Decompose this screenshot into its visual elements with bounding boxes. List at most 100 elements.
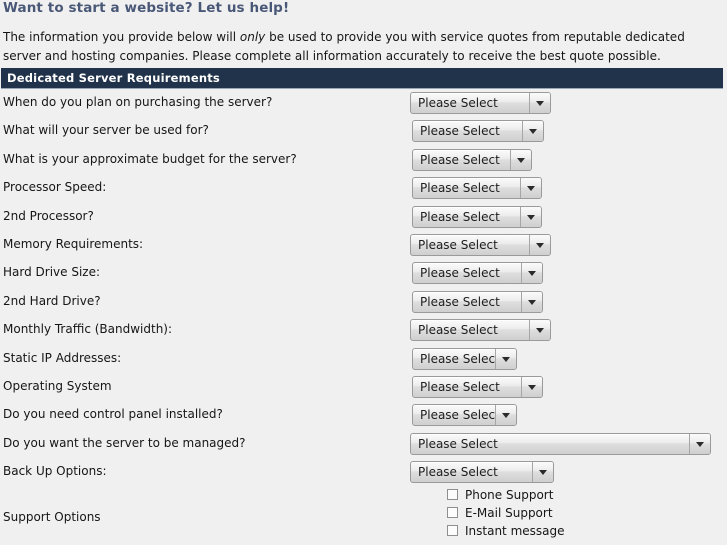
chevron-down-glyph	[536, 101, 544, 106]
select-dropdown[interactable]: Please Select	[410, 461, 554, 484]
select-dropdown[interactable]: Please Select	[410, 92, 551, 114]
chevron-down-icon[interactable]	[529, 93, 550, 113]
select-dropdown[interactable]: Please Select	[412, 262, 543, 285]
checkbox-input[interactable]	[447, 525, 458, 536]
select-dropdown[interactable]: Please Select	[412, 205, 542, 228]
select-dropdown[interactable]: Please Select	[412, 347, 517, 370]
form-row: Memory Requirements: Please Select	[0, 232, 727, 260]
chevron-down-icon[interactable]	[510, 149, 531, 170]
field-control: Please Select	[410, 319, 551, 345]
field-label: 2nd Hard Drive?	[3, 293, 101, 308]
field-control: Please Select	[412, 347, 517, 374]
select-value: Please Select	[420, 124, 500, 139]
chevron-down-glyph	[536, 328, 544, 334]
chevron-down-icon[interactable]	[529, 320, 550, 341]
field-control: Please Select	[412, 177, 542, 203]
form-row: Hard Drive Size: Please Select	[0, 260, 727, 288]
form-row: 2nd Processor? Please Select	[0, 204, 727, 232]
support-options-label: Support Options	[3, 510, 101, 524]
chevron-down-glyph	[529, 129, 537, 135]
field-label: Do you want the server to be managed?	[3, 435, 246, 450]
select-value: Please Select	[420, 266, 500, 281]
form-row: When do you plan on purchasing the serve…	[0, 90, 727, 118]
select-dropdown[interactable]: Please Select	[410, 319, 551, 342]
field-label: Processor Speed:	[3, 180, 107, 195]
chevron-down-glyph	[502, 413, 510, 419]
chevron-down-icon[interactable]	[532, 462, 553, 483]
page-headline: Want to start a website? Let us help!	[3, 0, 290, 16]
select-value: Please Select	[420, 294, 500, 309]
field-label: Static IP Addresses:	[3, 350, 122, 365]
select-value: Please Select	[420, 379, 500, 394]
chevron-down-glyph	[528, 271, 536, 277]
intro-emphasis: only	[239, 30, 266, 44]
field-label: 2nd Processor?	[3, 208, 94, 223]
field-control: Please Select	[412, 290, 543, 317]
field-label: Hard Drive Size:	[3, 265, 101, 280]
chevron-down-icon[interactable]	[520, 178, 541, 199]
chevron-down-icon[interactable]	[520, 206, 541, 227]
chevron-down-icon[interactable]	[529, 234, 550, 255]
support-option-row[interactable]: E-Mail Support	[447, 502, 565, 520]
select-dropdown[interactable]: Please Select	[410, 233, 551, 256]
support-options-group: Phone Support E-Mail Support Instant messa…	[447, 484, 565, 538]
form-row: What is your approximate budget for the …	[0, 147, 727, 175]
chevron-down-glyph	[517, 157, 525, 163]
select-dropdown[interactable]: Please Select	[412, 148, 532, 171]
select-dropdown[interactable]: Please Select	[412, 404, 517, 427]
field-control: Please Select	[410, 92, 551, 118]
checkbox-label: E-Mail Support	[465, 506, 553, 520]
select-dropdown[interactable]: Please Select	[412, 290, 543, 313]
form-row: Operating System Please Select	[0, 374, 727, 402]
chevron-down-glyph	[527, 186, 535, 192]
intro-text-part1: The information you provide below will	[3, 30, 240, 44]
field-control: Please Select	[410, 233, 551, 260]
field-label: Memory Requirements:	[3, 236, 144, 251]
field-control: Please Select	[412, 375, 543, 402]
select-dropdown[interactable]: Please Select	[412, 177, 542, 200]
form-row: Do you need control panel installed? Plea…	[0, 402, 727, 430]
checkbox-label: Phone Support	[465, 488, 554, 502]
form-row: Back Up Options: Please Select	[0, 459, 727, 487]
chevron-down-icon[interactable]	[522, 121, 543, 142]
checkbox-label: Instant message	[465, 524, 565, 538]
support-option-row[interactable]: Instant message	[447, 520, 565, 538]
field-label: When do you plan on purchasing the serve…	[3, 95, 273, 109]
select-value: Please Select	[420, 351, 500, 366]
select-value: Please Select	[418, 237, 498, 252]
field-label: What will your server be used for?	[3, 123, 209, 138]
field-label: Monthly Traffic (Bandwidth):	[3, 322, 173, 337]
chevron-down-icon[interactable]	[495, 348, 516, 369]
field-control: Please Select	[410, 432, 711, 459]
chevron-down-icon[interactable]	[521, 263, 542, 284]
form-row: 2nd Hard Drive? Please Select	[0, 289, 727, 317]
select-value: Please Select	[418, 323, 498, 338]
field-label: What is your approximate budget for the …	[3, 151, 297, 166]
chevron-down-glyph	[528, 299, 536, 305]
chevron-down-glyph	[502, 356, 510, 362]
select-dropdown[interactable]: Please Select	[410, 432, 711, 455]
field-label: Do you need control panel installed?	[3, 407, 223, 422]
select-value: Please Select	[420, 181, 500, 196]
select-value: Please Select	[420, 408, 500, 423]
field-control: Please Select	[412, 148, 532, 175]
support-option-row[interactable]: Phone Support	[447, 484, 565, 502]
form-row: Do you want the server to be managed? Ple…	[0, 431, 727, 459]
field-control: Please Select	[412, 120, 544, 146]
field-control: Please Select	[412, 262, 543, 288]
chevron-down-icon[interactable]	[521, 291, 542, 312]
intro-paragraph: The information you provide below will o…	[3, 28, 719, 66]
chevron-down-glyph	[539, 470, 547, 476]
select-dropdown[interactable]: Please Select	[412, 120, 544, 143]
checkbox-input[interactable]	[447, 507, 458, 518]
form-row: What will your server be used for? Please…	[0, 118, 727, 146]
select-value: Please Select	[418, 465, 498, 480]
chevron-down-icon[interactable]	[521, 376, 542, 397]
checkbox-input[interactable]	[447, 489, 458, 500]
chevron-down-icon[interactable]	[689, 433, 710, 454]
form-row: Static IP Addresses: Please Select	[0, 346, 727, 374]
field-label: Operating System	[3, 378, 112, 393]
requirements-form: When do you plan on purchasing the serve…	[0, 90, 727, 487]
chevron-down-icon[interactable]	[495, 405, 516, 426]
select-dropdown[interactable]: Please Select	[412, 375, 543, 398]
